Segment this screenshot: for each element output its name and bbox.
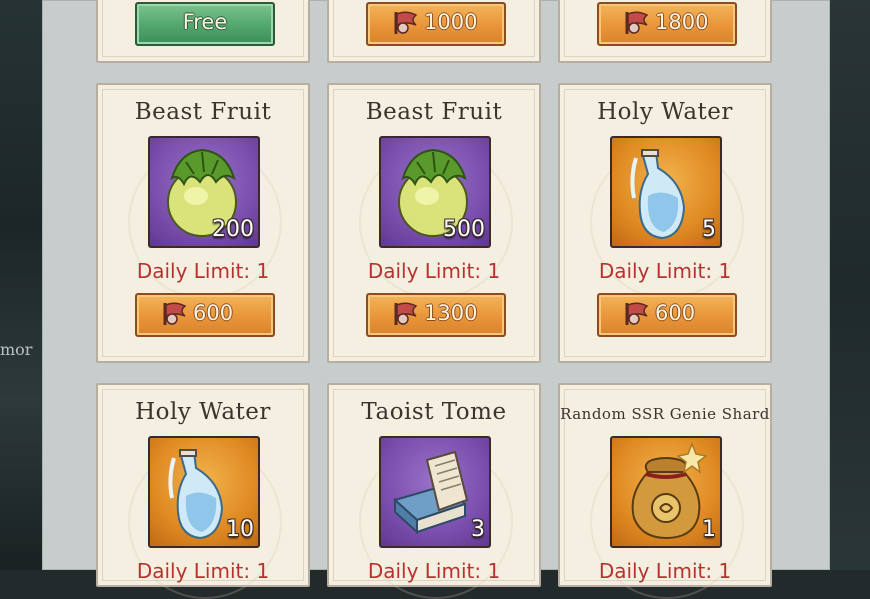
item-quantity: 200 <box>212 217 254 242</box>
item-title: Holy Water <box>135 399 271 425</box>
item-icon-frame: 500 <box>379 136 491 248</box>
daily-limit-label: Daily Limit: 1 <box>136 559 270 583</box>
item-icon-frame: 1 <box>610 436 722 548</box>
price-label: 1000 <box>424 10 478 34</box>
shop-card-taoist-tome[interactable]: Taoist Tome 3 Daily Limit: 1 <box>327 383 541 599</box>
item-title: Beast Fruit <box>134 99 272 125</box>
price-label: Free <box>182 10 228 34</box>
price-label: 1300 <box>424 301 478 325</box>
shop-panel: Free 1000 1800 Beast Fruit 200 Daily Lim… <box>42 0 830 599</box>
price-label: 600 <box>655 301 696 325</box>
item-quantity: 500 <box>443 217 485 242</box>
shop-card-beast-fruit-500[interactable]: Beast Fruit 500 Daily Limit: 1 1300 <box>327 83 541 363</box>
buy-button[interactable]: 600 <box>597 293 737 337</box>
free-button[interactable]: Free <box>135 2 275 46</box>
background-right <box>830 0 870 570</box>
item-quantity: 3 <box>471 517 485 542</box>
buy-button[interactable]: 1300 <box>366 293 506 337</box>
item-icon-frame: 10 <box>148 436 260 548</box>
buy-button[interactable]: 1800 <box>597 2 737 46</box>
daily-limit-label: Daily Limit: 1 <box>367 259 501 283</box>
side-partial-text: mor <box>0 340 33 359</box>
buy-button[interactable]: 1000 <box>366 2 506 46</box>
flag-token-icon <box>394 11 418 34</box>
flag-token-icon <box>163 302 187 325</box>
background-left <box>0 0 42 570</box>
item-title: Random SSR Genie Shard <box>560 405 770 423</box>
flag-token-icon <box>625 302 649 325</box>
daily-limit-label: Daily Limit: 1 <box>136 259 270 283</box>
shop-card-holy-water-10[interactable]: Holy Water 10 Daily Limit: 1 <box>96 383 310 599</box>
flag-token-icon <box>625 11 649 34</box>
item-icon-frame: 3 <box>379 436 491 548</box>
daily-limit-label: Daily Limit: 1 <box>598 559 732 583</box>
item-title: Taoist Tome <box>361 399 507 425</box>
shop-card-top-2: 1000 <box>327 0 541 63</box>
flag-token-icon <box>394 302 418 325</box>
item-title: Beast Fruit <box>365 99 503 125</box>
shop-card-holy-water-5[interactable]: Holy Water 5 Daily Limit: 1 600 <box>558 83 772 363</box>
item-quantity: 10 <box>226 517 254 542</box>
item-quantity: 1 <box>702 517 716 542</box>
item-icon-frame: 200 <box>148 136 260 248</box>
item-quantity: 5 <box>702 217 716 242</box>
shop-card-beast-fruit-200[interactable]: Beast Fruit 200 Daily Limit: 1 600 <box>96 83 310 363</box>
price-label: 600 <box>193 301 234 325</box>
item-title: Holy Water <box>597 99 733 125</box>
price-label: 1800 <box>655 10 709 34</box>
item-icon-frame: 5 <box>610 136 722 248</box>
shop-card-top-3: 1800 <box>558 0 772 63</box>
daily-limit-label: Daily Limit: 1 <box>367 559 501 583</box>
shop-card-top-1: Free <box>96 0 310 63</box>
shop-card-random-ssr-genie-shard[interactable]: Random SSR Genie Shard 1 Daily Limit: 1 <box>558 383 772 599</box>
buy-button[interactable]: 600 <box>135 293 275 337</box>
daily-limit-label: Daily Limit: 1 <box>598 259 732 283</box>
